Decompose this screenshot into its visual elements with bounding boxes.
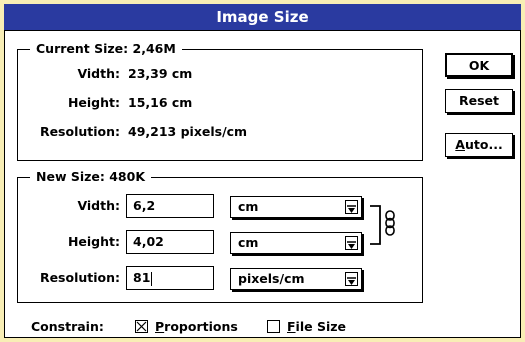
resolution-unit-value: pixels/cm	[238, 271, 305, 286]
constrain-label: Constrain:	[31, 319, 104, 334]
text-caret	[151, 271, 153, 286]
window-title: Image Size	[216, 8, 309, 26]
ok-button[interactable]: OK	[445, 53, 513, 77]
new-resolution-input[interactable]: 81	[126, 266, 214, 290]
current-size-group: Current Size: 2,46M Vidth: 23,39 cm Heig…	[17, 41, 423, 161]
new-height-label: Height:	[67, 234, 120, 249]
new-width-input[interactable]: 6,2	[126, 194, 214, 218]
current-size-legend: Current Size: 2,46M	[30, 41, 182, 56]
filesize-label[interactable]: File Size	[287, 319, 346, 334]
title-bar[interactable]: Image Size	[4, 4, 521, 30]
resolution-unit-select[interactable]: pixels/cm	[230, 268, 362, 290]
new-height-value: 4,02	[133, 234, 164, 249]
reset-button[interactable]: Reset	[445, 89, 513, 113]
height-unit-select[interactable]: cm	[230, 232, 362, 254]
current-height-label: Height:	[67, 95, 120, 110]
filesize-mnemonic: F	[287, 319, 296, 334]
proportions-label[interactable]: Proportions	[155, 319, 238, 334]
new-size-group: New Size: 480K Vidth: 6,2 cm Height: 4,0…	[17, 169, 423, 303]
image-size-dialog: Image Size Current Size: 2,46M Vidth: 23…	[0, 0, 525, 342]
new-resolution-value: 81	[133, 270, 151, 285]
width-unit-select[interactable]: cm	[230, 196, 362, 218]
width-unit-value: cm	[238, 199, 259, 214]
current-resolution-value: 49,213 pixels/cm	[128, 124, 248, 139]
new-size-legend: New Size: 480K	[30, 169, 152, 184]
chevron-down-icon	[345, 272, 358, 286]
current-width-value: 23,39 cm	[128, 66, 193, 81]
ok-button-label: OK	[468, 58, 490, 73]
new-width-label: Vidth:	[77, 198, 120, 213]
proportions-mnemonic: P	[155, 319, 165, 334]
chain-link-icon	[384, 210, 396, 240]
check-x-icon	[136, 321, 147, 332]
proportions-label-rest: roportions	[164, 319, 238, 334]
new-height-input[interactable]: 4,02	[126, 230, 214, 254]
proportions-checkbox[interactable]	[135, 320, 148, 333]
height-unit-value: cm	[238, 235, 259, 250]
auto-button-label: Auto...	[455, 137, 502, 152]
filesize-checkbox[interactable]	[267, 320, 280, 333]
auto-mnemonic: A	[455, 137, 465, 152]
current-resolution-label: Resolution:	[39, 124, 120, 139]
chevron-down-icon	[345, 236, 358, 250]
current-width-label: Vidth:	[77, 66, 120, 81]
chevron-down-icon	[345, 200, 358, 214]
auto-button[interactable]: Auto...	[445, 133, 513, 157]
auto-label-rest: uto...	[464, 137, 503, 152]
filesize-label-rest: ile Size	[295, 319, 346, 334]
dialog-body: Current Size: 2,46M Vidth: 23,39 cm Heig…	[4, 30, 521, 338]
reset-button-label: Reset	[459, 93, 499, 108]
new-width-value: 6,2	[133, 198, 156, 213]
current-height-value: 15,16 cm	[128, 95, 193, 110]
new-resolution-label: Resolution:	[39, 270, 120, 285]
